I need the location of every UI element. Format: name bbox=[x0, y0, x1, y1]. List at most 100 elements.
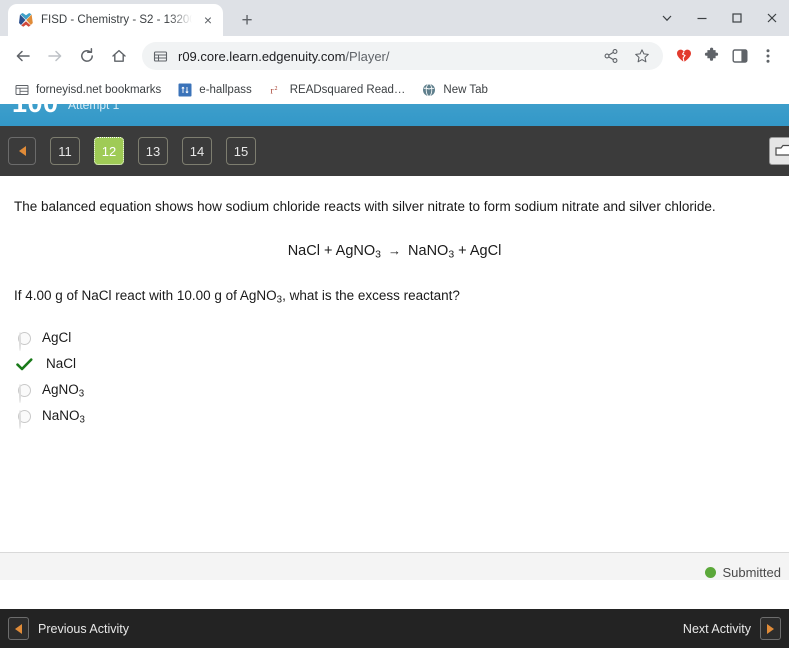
bookmark-label: e-hallpass bbox=[199, 83, 252, 96]
prompt-part-1: If 4.00 g of NaCl react with 10.00 g of … bbox=[14, 287, 277, 303]
next-activity-arrow-icon[interactable] bbox=[760, 617, 781, 640]
browser-tab[interactable]: FISD - Chemistry - S2 - 132000 - × bbox=[8, 4, 223, 36]
choice-subscript: 3 bbox=[78, 387, 85, 399]
equation-reactant-2: AgNO3 bbox=[335, 243, 381, 261]
back-arrow-icon[interactable] bbox=[8, 41, 38, 71]
previous-activity-arrow-icon[interactable] bbox=[8, 617, 29, 640]
checkmark-icon bbox=[16, 358, 33, 371]
pager-page-12[interactable]: 12 bbox=[94, 137, 124, 165]
score-value: 100 bbox=[12, 104, 59, 119]
question-stem: The balanced equation shows how sodium c… bbox=[14, 199, 716, 214]
prompt-part-2: , what is the excess reactant? bbox=[282, 287, 460, 303]
bookmark-e-hallpass[interactable]: e-hallpass bbox=[171, 79, 259, 101]
close-icon[interactable]: × bbox=[199, 11, 217, 29]
pager-page-13[interactable]: 13 bbox=[138, 137, 168, 165]
submitted-status-dot bbox=[705, 567, 717, 578]
attempt-label: Attempt 1 bbox=[68, 104, 120, 112]
pager-page-14[interactable]: 14 bbox=[182, 137, 212, 165]
chemical-equation: NaCl + AgNO3 → NaNO3 + AgCl bbox=[14, 243, 775, 261]
answer-choice[interactable]: AgNO3 bbox=[14, 377, 775, 403]
side-panel-icon[interactable] bbox=[727, 43, 753, 69]
bookmark-readsquared[interactable]: r 2 READsquared Read… bbox=[262, 79, 414, 101]
equation-reactant-2-base: AgNO bbox=[335, 243, 376, 260]
share-icon[interactable] bbox=[600, 45, 622, 67]
e-hallpass-icon bbox=[177, 82, 193, 98]
equation-arrow: → bbox=[388, 243, 401, 259]
broken-heart-extension-icon[interactable] bbox=[671, 43, 697, 69]
choice-label: AgCl bbox=[37, 330, 71, 347]
panel-toggle-icon[interactable] bbox=[769, 137, 789, 165]
radio-inner-dot bbox=[19, 409, 21, 429]
previous-activity-button[interactable]: Previous Activity bbox=[8, 617, 129, 640]
globe-icon bbox=[421, 82, 437, 98]
window-close-icon[interactable] bbox=[754, 1, 789, 35]
radio-button[interactable] bbox=[18, 331, 31, 351]
right-triangle-glyph bbox=[767, 623, 774, 634]
choice-text: AgCl bbox=[42, 329, 72, 345]
radio-button[interactable] bbox=[18, 383, 31, 403]
equation-product-1: NaNO3 bbox=[408, 243, 455, 261]
question-prompt: If 4.00 g of NaCl react with 10.00 g of … bbox=[14, 288, 775, 305]
browser-toolbar: r09.core.learn.edgenuity.com/Player/ bbox=[0, 36, 789, 76]
next-activity-label: Next Activity bbox=[682, 621, 751, 636]
bookmarks-bar: forneyisd.net bookmarks e-hallpass r 2 R… bbox=[0, 76, 789, 104]
left-triangle-glyph bbox=[15, 623, 22, 634]
bookmark-label: READsquared Read… bbox=[289, 83, 406, 96]
forward-arrow-icon[interactable] bbox=[40, 41, 70, 71]
status-badge: Submitted bbox=[705, 565, 781, 580]
equation-product-1-sub: 3 bbox=[448, 249, 455, 261]
bookmark-label: forneyisd.net bookmarks bbox=[36, 83, 162, 96]
equation-reactant-2-sub: 3 bbox=[375, 249, 381, 261]
choice-text: NaNO bbox=[42, 407, 80, 423]
choice-subscript: 3 bbox=[79, 413, 85, 425]
equation-product-1-base: NaNO bbox=[408, 243, 449, 260]
prev-page-arrow-icon[interactable] bbox=[8, 137, 36, 165]
tab-title: FISD - Chemistry - S2 - 132000 - bbox=[41, 14, 192, 26]
site-info-icon[interactable] bbox=[153, 49, 169, 64]
page-footer-strip: Submitted bbox=[0, 552, 789, 580]
pager-page-11[interactable]: 11 bbox=[50, 137, 80, 165]
reload-icon[interactable] bbox=[72, 41, 102, 71]
tab-strip: FISD - Chemistry - S2 - 132000 - × + bbox=[0, 0, 789, 36]
answer-choice[interactable]: AgCl bbox=[14, 325, 775, 351]
previous-activity-label: Previous Activity bbox=[38, 621, 130, 636]
choice-label: AgNO3 bbox=[37, 382, 84, 399]
submitted-label: Submitted bbox=[722, 565, 781, 580]
minimize-icon[interactable] bbox=[684, 1, 719, 35]
left-triangle-glyph bbox=[18, 146, 26, 156]
choice-label: NaCl bbox=[39, 356, 76, 373]
choice-text: NaCl bbox=[46, 355, 77, 371]
choice-text: AgNO bbox=[42, 381, 79, 397]
svg-text:2: 2 bbox=[274, 86, 277, 92]
pager-page-15[interactable]: 15 bbox=[226, 137, 256, 165]
maximize-icon[interactable] bbox=[719, 1, 754, 35]
puzzle-extensions-icon[interactable] bbox=[699, 43, 725, 69]
browser-window: FISD - Chemistry - S2 - 132000 - × + bbox=[0, 0, 789, 648]
svg-text:r: r bbox=[270, 85, 273, 95]
bookmark-forneyisd[interactable]: forneyisd.net bookmarks bbox=[8, 79, 169, 101]
star-icon[interactable] bbox=[631, 45, 653, 67]
r2-icon: r 2 bbox=[268, 82, 284, 98]
answer-choices: AgCl NaCl AgNO3 NaNO3 bbox=[14, 325, 775, 429]
new-tab-button[interactable]: + bbox=[233, 6, 261, 34]
score-header: 100 Attempt 1 bbox=[0, 104, 789, 126]
url-path: /Player/ bbox=[345, 48, 390, 64]
url-text: r09.core.learn.edgenuity.com/Player/ bbox=[178, 49, 591, 64]
answer-choice-correct[interactable]: NaCl bbox=[14, 351, 775, 377]
radio-inner-dot bbox=[19, 383, 21, 403]
equation-plus-1: + bbox=[323, 243, 333, 260]
bookmark-new-tab[interactable]: New Tab bbox=[415, 79, 496, 101]
chevron-down-icon[interactable] bbox=[649, 1, 684, 35]
edgenuity-x-icon bbox=[18, 12, 34, 28]
address-bar[interactable]: r09.core.learn.edgenuity.com/Player/ bbox=[142, 42, 663, 70]
three-dot-menu-icon[interactable] bbox=[755, 43, 781, 69]
radio-button[interactable] bbox=[18, 409, 31, 429]
radio-inner-dot bbox=[19, 331, 21, 351]
next-activity-button[interactable]: Next Activity bbox=[683, 617, 781, 640]
home-icon[interactable] bbox=[104, 41, 134, 71]
answer-choice[interactable]: NaNO3 bbox=[14, 403, 775, 429]
choice-label: NaNO3 bbox=[37, 408, 85, 425]
window-controls bbox=[649, 0, 789, 36]
activity-navigation-bar: Previous Activity Next Activity bbox=[0, 609, 789, 648]
folder-site-icon bbox=[14, 82, 30, 98]
